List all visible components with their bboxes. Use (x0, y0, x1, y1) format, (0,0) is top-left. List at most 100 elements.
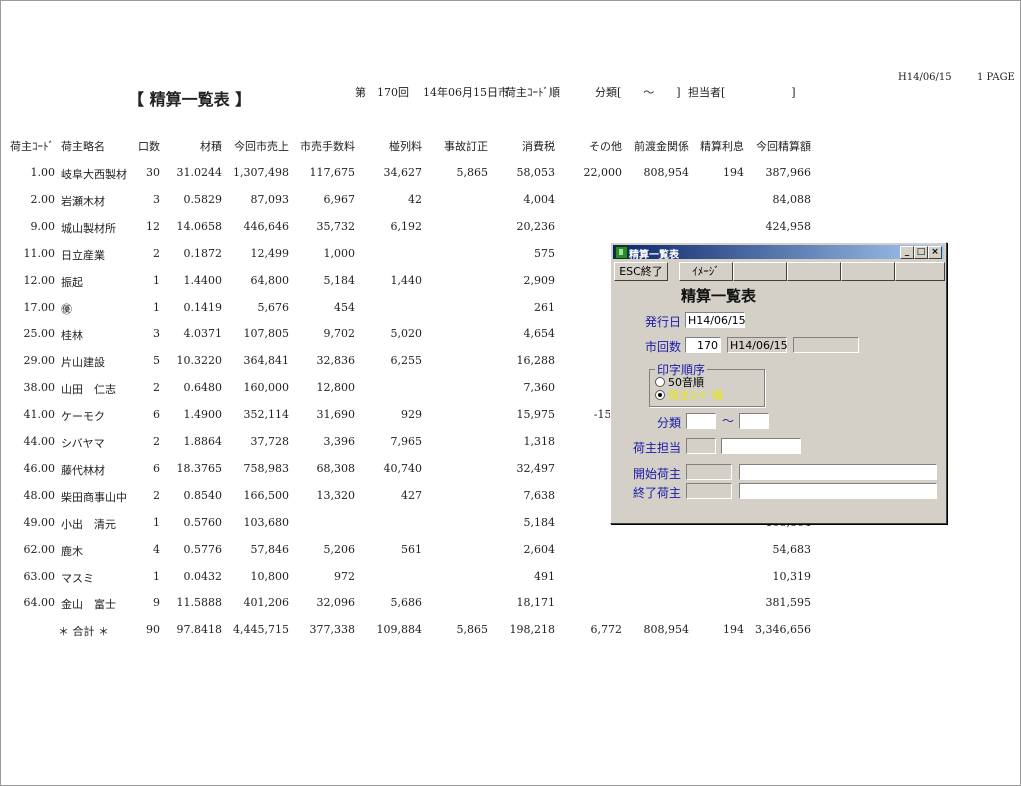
row-volume-cell: 31.0244 (176, 166, 223, 179)
row-fee-cell: 1,000 (323, 246, 356, 260)
col-header-advance: 前渡金関係 (634, 140, 689, 153)
row-sales-cell: 166,500 (243, 488, 290, 502)
end-owner-name-field[interactable] (739, 483, 937, 499)
row-volume-cell: 0.1419 (183, 300, 223, 314)
toolbar-button-6[interactable] (895, 262, 945, 281)
order-kana-radio[interactable] (655, 377, 665, 387)
start-owner-code-field[interactable] (686, 464, 732, 480)
row-fee-cell: 31,690 (316, 408, 356, 422)
row-fee-cell: 6,967 (323, 192, 356, 206)
image-preview-button[interactable]: ｲﾒｰｼﾞ (679, 262, 733, 281)
row-count-cell: 1 (153, 569, 160, 583)
row-fee-cell: 972 (334, 569, 355, 583)
row-tax-cell: 16,288 (516, 354, 556, 368)
session-number-field[interactable]: 170 (685, 337, 721, 353)
col-header-sales: 今回市売上 (234, 140, 289, 153)
order-code-radio[interactable] (655, 390, 665, 400)
end-owner-label: 終了荷主 (633, 486, 682, 500)
totals-label: ＊ 合計 ＊ (58, 625, 109, 638)
issue-date-label: 発行日 (645, 315, 682, 329)
totals-accident-cell: 5,865 (456, 623, 489, 636)
dialog-heading: 精算一覧表 (681, 287, 757, 305)
row-volume-cell: 0.5776 (183, 542, 223, 556)
row-volume-cell: 0.5760 (183, 515, 223, 529)
category-label: 分類 (657, 416, 682, 430)
row-tax-cell: 261 (534, 300, 555, 314)
col-header-volume: 材積 (200, 140, 222, 153)
start-owner-label: 開始荷主 (633, 467, 682, 481)
row-tax-cell: 58,053 (516, 166, 556, 179)
toolbar-button-3[interactable] (733, 262, 787, 281)
row-total-cell: 387,966 (765, 166, 812, 179)
minimize-button[interactable]: _ (900, 246, 914, 259)
row-pile-cell: 5,020 (390, 327, 423, 341)
owner-person-code-field[interactable] (686, 438, 716, 454)
row-sales-cell: 160,000 (243, 381, 290, 395)
category-from-field[interactable] (686, 413, 716, 429)
row-count-cell: 30 (146, 166, 160, 179)
row-fee-cell: 117,675 (309, 166, 356, 179)
toolbar-button-5[interactable] (841, 262, 895, 281)
row-count-cell: 4 (153, 542, 160, 556)
row-volume-cell: 10.3220 (176, 354, 223, 368)
row-fee-cell: 454 (334, 300, 355, 314)
row-pile-cell: 427 (401, 488, 422, 502)
row-count-cell: 1 (153, 273, 160, 287)
dialog-titlebar[interactable]: 精算一覧表 _ □ × (613, 245, 944, 261)
row-sales-cell: 446,646 (243, 219, 290, 233)
session-label: 市回数 (645, 340, 682, 354)
row-count-cell: 5 (153, 354, 160, 368)
end-owner-code-field[interactable] (686, 483, 732, 499)
dialog-title: 精算一覧表 (629, 250, 679, 261)
row-code-cell: 64.00 (23, 596, 56, 610)
row-volume-cell: 0.6480 (183, 381, 223, 395)
row-interest-cell: 194 (723, 166, 744, 179)
row-sales-cell: 401,206 (243, 596, 290, 610)
row-sales-cell: 10,800 (250, 569, 290, 583)
toolbar-button-4[interactable] (787, 262, 841, 281)
row-tax-cell: 20,236 (516, 219, 556, 233)
row-pile-cell: 34,627 (383, 166, 423, 179)
category-to-field[interactable] (739, 413, 769, 429)
row-volume-cell: 0.8540 (183, 488, 223, 502)
col-header-total: 今回精算額 (756, 140, 811, 153)
row-tax-cell: 491 (534, 569, 555, 583)
row-tax-cell: 7,360 (523, 381, 556, 395)
session-extra-field (793, 337, 859, 353)
maximize-button[interactable]: □ (914, 246, 928, 259)
row-code-cell: 11.00 (23, 246, 56, 260)
issue-date-field[interactable]: H14/06/15 (685, 312, 746, 328)
start-owner-name-field[interactable] (739, 464, 937, 480)
row-fee-cell: 3,396 (323, 435, 356, 448)
row-pile-cell: 6,255 (390, 354, 423, 368)
row-pile-cell: 561 (401, 542, 422, 556)
row-sales-cell: 352,114 (243, 408, 290, 422)
row-sales-cell: 12,499 (250, 246, 290, 260)
person-in-charge: 担当者[ ] (688, 86, 796, 99)
print-date: H14/06/15 (898, 72, 952, 83)
row-count-cell: 9 (153, 596, 160, 610)
row-count-cell: 3 (153, 192, 160, 206)
col-header-count: 口数 (138, 140, 160, 153)
totals-pile-cell: 109,884 (376, 623, 423, 636)
row-sales-cell: 5,676 (257, 300, 290, 314)
row-code-cell: 41.00 (23, 408, 56, 422)
esc-exit-button[interactable]: ESC終了 (614, 262, 668, 281)
row-tax-cell: 2,909 (523, 273, 556, 287)
close-button[interactable]: × (928, 246, 942, 259)
row-fee-cell: 9,702 (323, 327, 356, 341)
row-volume-cell: 0.0432 (183, 569, 223, 583)
row-accident-cell: 5,865 (456, 166, 489, 179)
totals-volume-cell: 97.8418 (176, 623, 223, 636)
session-number: 第 170回 (355, 86, 409, 99)
row-sales-cell: 107,805 (243, 327, 290, 341)
row-total-cell: 424,958 (765, 219, 812, 233)
col-header-accident: 事故訂正 (444, 140, 488, 153)
owner-person-name-field[interactable] (721, 438, 801, 454)
row-code-cell: 38.00 (23, 381, 56, 395)
row-sales-cell: 103,680 (243, 515, 290, 529)
row-volume-cell: 4.0371 (183, 327, 223, 341)
row-pile-cell: 7,965 (390, 435, 423, 448)
row-count-cell: 3 (153, 327, 160, 341)
row-fee-cell: 12,800 (316, 381, 356, 395)
